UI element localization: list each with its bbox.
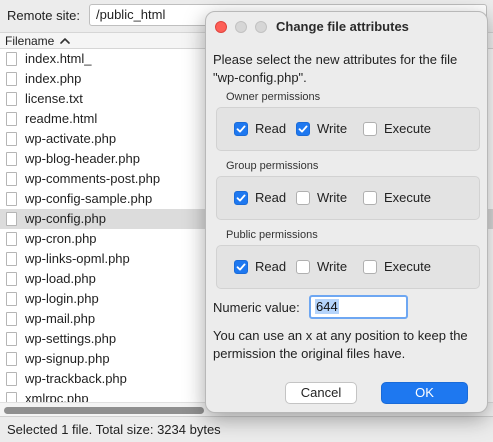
zoom-window-icon xyxy=(255,21,267,33)
file-name: wp-activate.php xyxy=(25,131,117,146)
change-file-attributes-dialog: Change file attributes Please select the… xyxy=(205,11,488,413)
file-icon xyxy=(6,232,17,246)
permission-group-box: Read Write Execute xyxy=(216,245,480,289)
file-icon xyxy=(6,112,17,126)
close-window-icon[interactable] xyxy=(215,21,227,33)
scrollbar-thumb[interactable] xyxy=(4,407,204,414)
file-name: wp-comments-post.php xyxy=(25,171,161,186)
file-icon xyxy=(6,52,17,66)
file-name: wp-trackback.php xyxy=(25,371,127,386)
file-icon xyxy=(6,132,17,146)
read-checkbox-label: Read xyxy=(255,121,287,136)
permission-group-box: Read Write Execute xyxy=(216,107,480,151)
file-name: index.php xyxy=(25,71,82,86)
permission-group-label: Owner permissions xyxy=(226,91,321,103)
execute-checkbox-label: Execute xyxy=(384,121,431,136)
file-icon xyxy=(6,192,17,206)
ok-button[interactable]: OK xyxy=(381,382,468,404)
file-name: wp-signup.php xyxy=(25,351,110,366)
dialog-description: Please select the new attributes for the… xyxy=(213,52,458,85)
write-checkbox[interactable] xyxy=(296,191,310,205)
permission-group-label: Public permissions xyxy=(226,229,318,241)
file-icon xyxy=(6,392,17,402)
read-checkbox-label: Read xyxy=(255,190,287,205)
read-checkbox-label: Read xyxy=(255,259,287,274)
execute-checkbox[interactable] xyxy=(363,260,377,274)
remote-site-label: Remote site: xyxy=(7,8,80,23)
file-name: wp-blog-header.php xyxy=(25,151,140,166)
write-checkbox-label: Write xyxy=(317,121,348,136)
file-icon xyxy=(6,72,17,86)
file-icon xyxy=(6,92,17,106)
execute-checkbox-label: Execute xyxy=(384,259,431,274)
file-name: wp-settings.php xyxy=(25,331,117,346)
file-name: wp-config.php xyxy=(25,211,106,226)
file-name: wp-cron.php xyxy=(25,231,97,246)
file-name: wp-links-opml.php xyxy=(25,251,130,266)
execute-checkbox[interactable] xyxy=(363,191,377,205)
status-text: Selected 1 file. Total size: 3234 bytes xyxy=(7,422,221,437)
file-name: wp-config-sample.php xyxy=(25,191,153,206)
read-checkbox[interactable] xyxy=(234,191,248,205)
numeric-value-input[interactable]: 644 xyxy=(309,295,408,319)
filename-header-label: Filename xyxy=(5,34,55,48)
read-checkbox[interactable] xyxy=(234,122,248,136)
status-bar: Selected 1 file. Total size: 3234 bytes xyxy=(0,416,493,442)
file-name: wp-mail.php xyxy=(25,311,96,326)
file-icon xyxy=(6,212,17,226)
read-checkbox[interactable] xyxy=(234,260,248,274)
numeric-hint-text: You can use an x at any position to keep… xyxy=(213,328,468,361)
file-icon xyxy=(6,152,17,166)
permission-group-label: Group permissions xyxy=(226,160,319,172)
numeric-value-label: Numeric value: xyxy=(213,300,300,315)
ftp-client-window: Remote site: /public_html Filename index… xyxy=(0,0,493,442)
file-icon xyxy=(6,372,17,386)
write-checkbox[interactable] xyxy=(296,122,310,136)
file-icon xyxy=(6,292,17,306)
dialog-title: Change file attributes xyxy=(276,19,409,34)
file-icon xyxy=(6,312,17,326)
write-checkbox[interactable] xyxy=(296,260,310,274)
execute-checkbox[interactable] xyxy=(363,122,377,136)
minimize-window-icon xyxy=(235,21,247,33)
file-name: index.html_ xyxy=(25,51,92,66)
dialog-titlebar: Change file attributes xyxy=(206,12,487,42)
permission-group-box: Read Write Execute xyxy=(216,176,480,220)
file-icon xyxy=(6,332,17,346)
execute-checkbox-label: Execute xyxy=(384,190,431,205)
cancel-button[interactable]: Cancel xyxy=(285,382,357,404)
file-name: license.txt xyxy=(25,91,83,106)
write-checkbox-label: Write xyxy=(317,259,348,274)
file-name: wp-load.php xyxy=(25,271,96,286)
file-name: wp-login.php xyxy=(25,291,99,306)
numeric-value-text: 644 xyxy=(315,299,339,314)
file-icon xyxy=(6,252,17,266)
file-icon xyxy=(6,172,17,186)
write-checkbox-label: Write xyxy=(317,190,348,205)
file-name: readme.html xyxy=(25,111,98,126)
file-icon xyxy=(6,352,17,366)
file-icon xyxy=(6,272,17,286)
sort-ascending-icon xyxy=(60,38,70,44)
file-name: xmlrpc.php xyxy=(25,391,89,402)
